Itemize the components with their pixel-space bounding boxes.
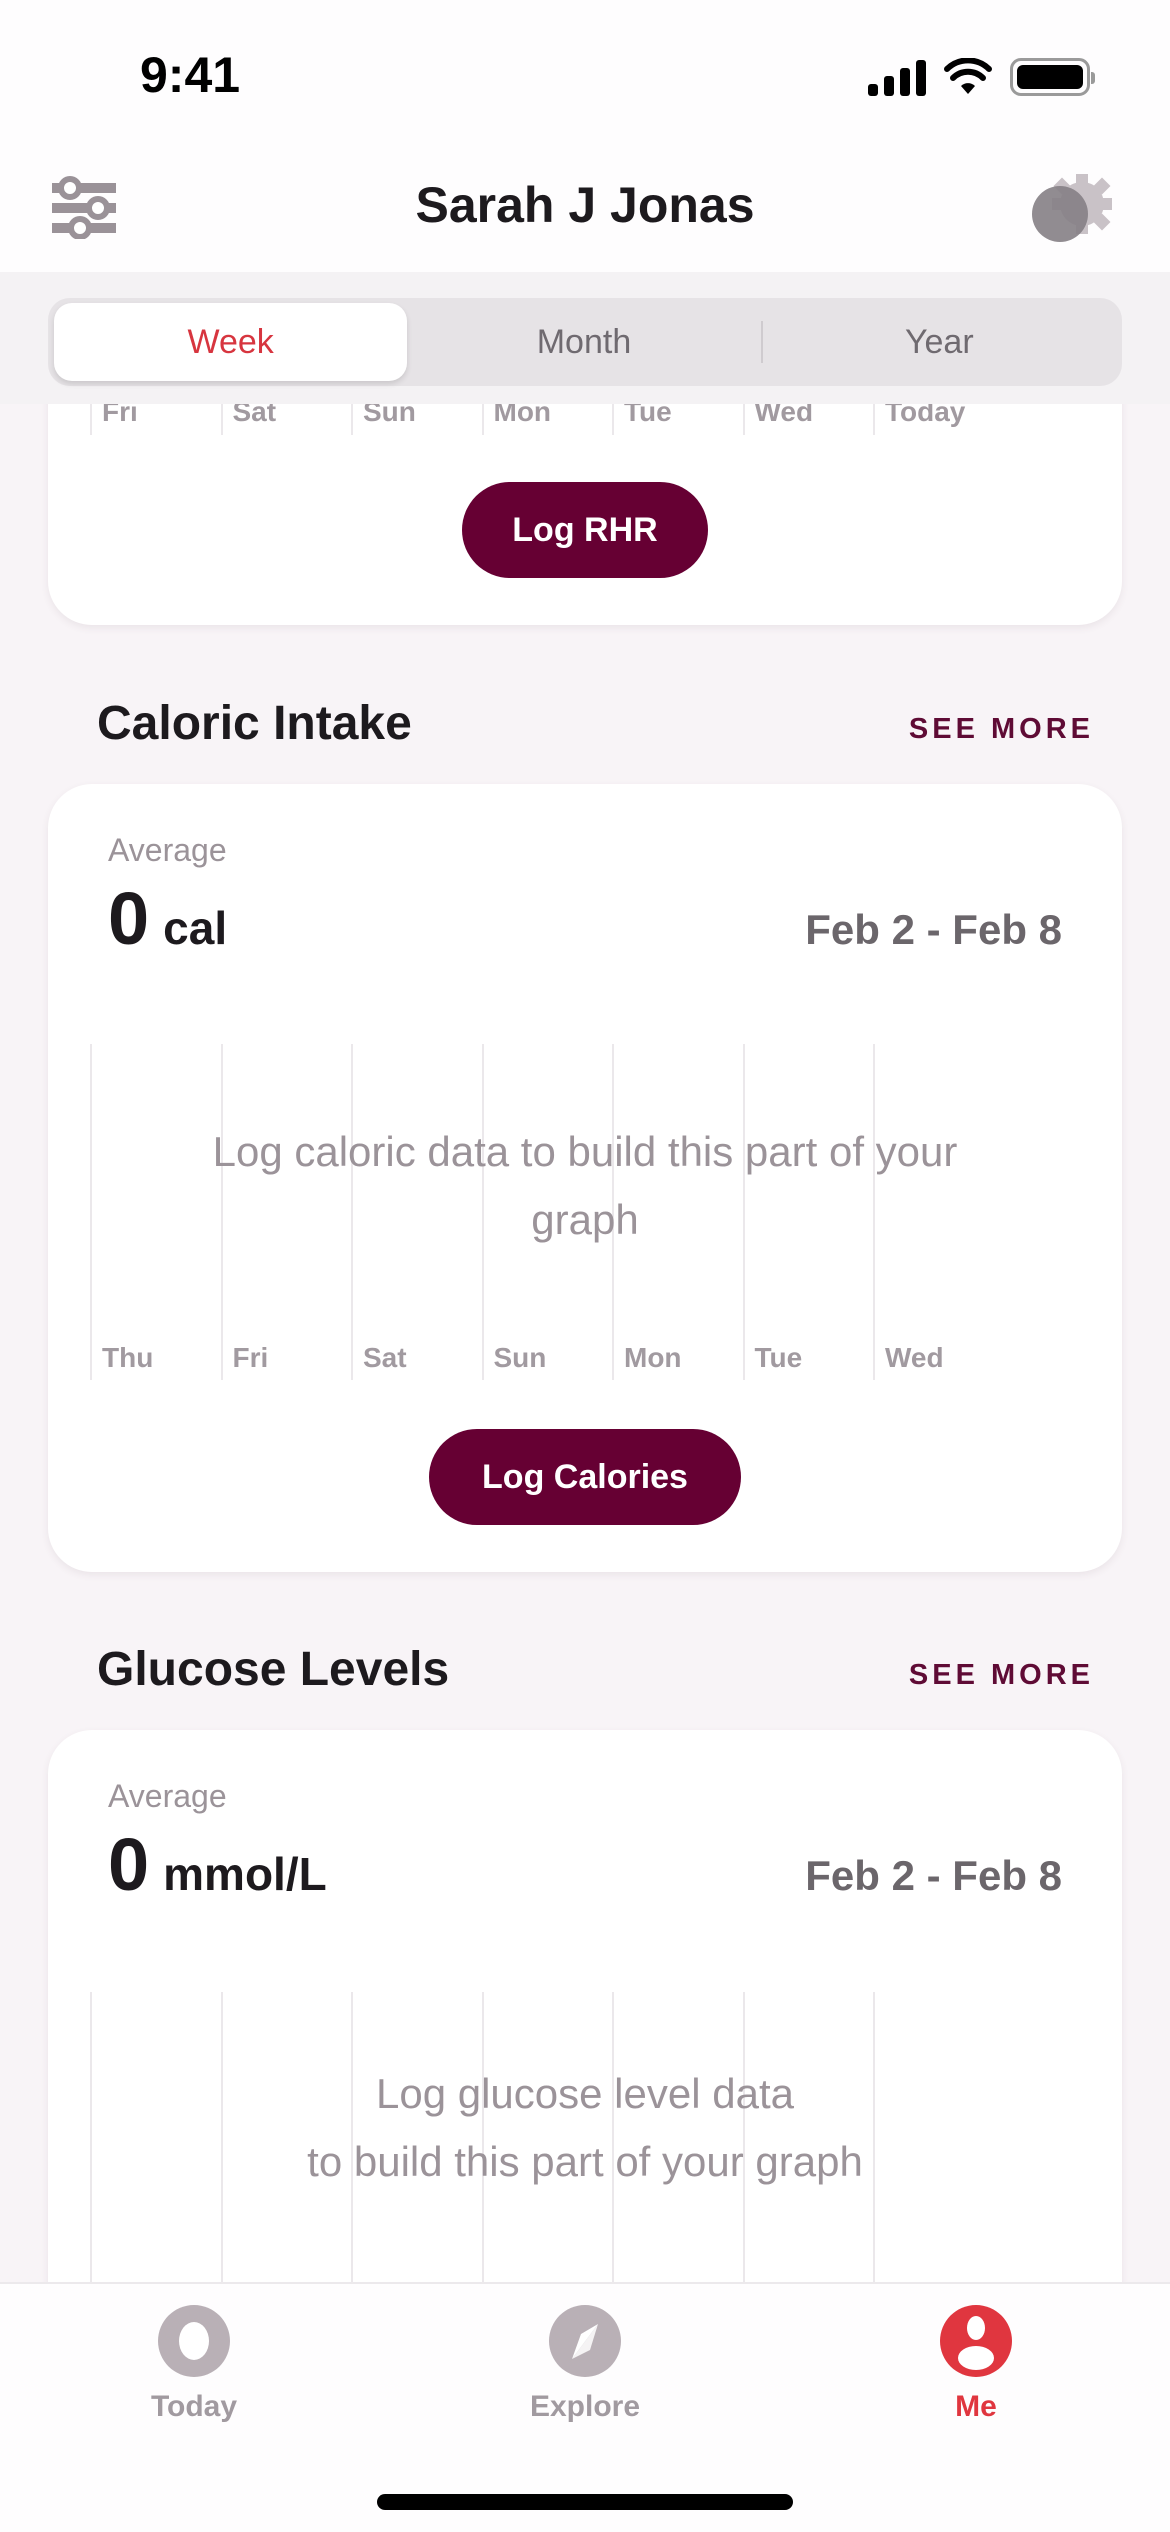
glucose-empty-message: Log glucose level data to build this par…	[48, 2060, 1122, 2196]
caloric-day-label: Thu	[102, 1342, 154, 1373]
caloric-day-label: Sun	[493, 1342, 547, 1373]
caloric-see-more-link[interactable]: SEE MORE	[909, 713, 1094, 746]
caloric-day-label: Tue	[754, 1342, 803, 1373]
status-time: 9:41	[140, 47, 241, 103]
caloric-card: Average 0 cal Feb 2 - Feb 8 Thu Fri Sat Sun…	[48, 784, 1122, 1572]
caloric-average-label: Average	[108, 832, 227, 868]
gear-icon	[1032, 174, 1112, 242]
glucose-average-number: 0	[108, 1823, 150, 1906]
period-selector-area: Week Month Year	[0, 272, 1170, 404]
home-indicator	[377, 2494, 793, 2510]
caloric-day-label: Wed	[885, 1342, 944, 1373]
tab-explore[interactable]: Explore	[485, 2304, 685, 2424]
caloric-section-title: Caloric Intake	[97, 697, 412, 750]
tab-today-label: Today	[150, 2390, 238, 2423]
tab-explore-label: Explore	[529, 2390, 641, 2423]
caloric-day-label: Sat	[363, 1342, 407, 1373]
caloric-day-label: Mon	[624, 1342, 682, 1373]
today-ring-icon	[158, 2305, 230, 2377]
caloric-average-value: 0 cal	[108, 876, 227, 961]
log-calories-button[interactable]: Log Calories	[429, 1429, 741, 1525]
page-title: Sarah J Jonas	[415, 177, 755, 233]
tab-me-label: Me	[955, 2390, 997, 2423]
log-rhr-button[interactable]: Log RHR	[462, 482, 708, 578]
compass-icon	[549, 2305, 621, 2377]
avatar	[1032, 186, 1088, 242]
glucose-unit: mmol/L	[163, 1848, 327, 1900]
segment-week[interactable]: Week	[54, 303, 408, 381]
caloric-empty-message: Log caloric data to build this part of y…	[212, 1128, 958, 1243]
glucose-empty-line-1: Log glucose level data	[376, 2070, 794, 2117]
glucose-average-label: Average	[108, 1778, 227, 1814]
profile-icon	[940, 2305, 1012, 2377]
battery-icon	[1010, 58, 1095, 96]
wifi-icon	[944, 58, 992, 94]
caloric-unit: cal	[163, 902, 228, 954]
segment-month[interactable]: Month	[407, 303, 760, 381]
glucose-average-value: 0 mmol/L	[108, 1822, 327, 1907]
status-icons	[868, 58, 1095, 96]
tab-today[interactable]: Today	[94, 2304, 294, 2424]
settings-button[interactable]	[1030, 170, 1120, 250]
caloric-average-number: 0	[108, 877, 150, 960]
period-segmented-control: Week Month Year	[48, 298, 1122, 386]
cellular-signal-icon	[868, 58, 926, 96]
header-area: 9:41 Sarah J Jonas	[0, 0, 1170, 272]
segment-year[interactable]: Year	[763, 303, 1116, 381]
glucose-see-more-link[interactable]: SEE MORE	[909, 1659, 1094, 1692]
caloric-day-label: Fri	[232, 1342, 269, 1373]
glucose-section-title: Glucose Levels	[97, 1643, 450, 1696]
tab-me[interactable]: Me	[876, 2304, 1076, 2424]
caloric-date-range: Feb 2 - Feb 8	[805, 906, 1062, 953]
glucose-date-range: Feb 2 - Feb 8	[805, 1852, 1062, 1899]
glucose-empty-line-2: to build this part of your graph	[307, 2138, 863, 2185]
